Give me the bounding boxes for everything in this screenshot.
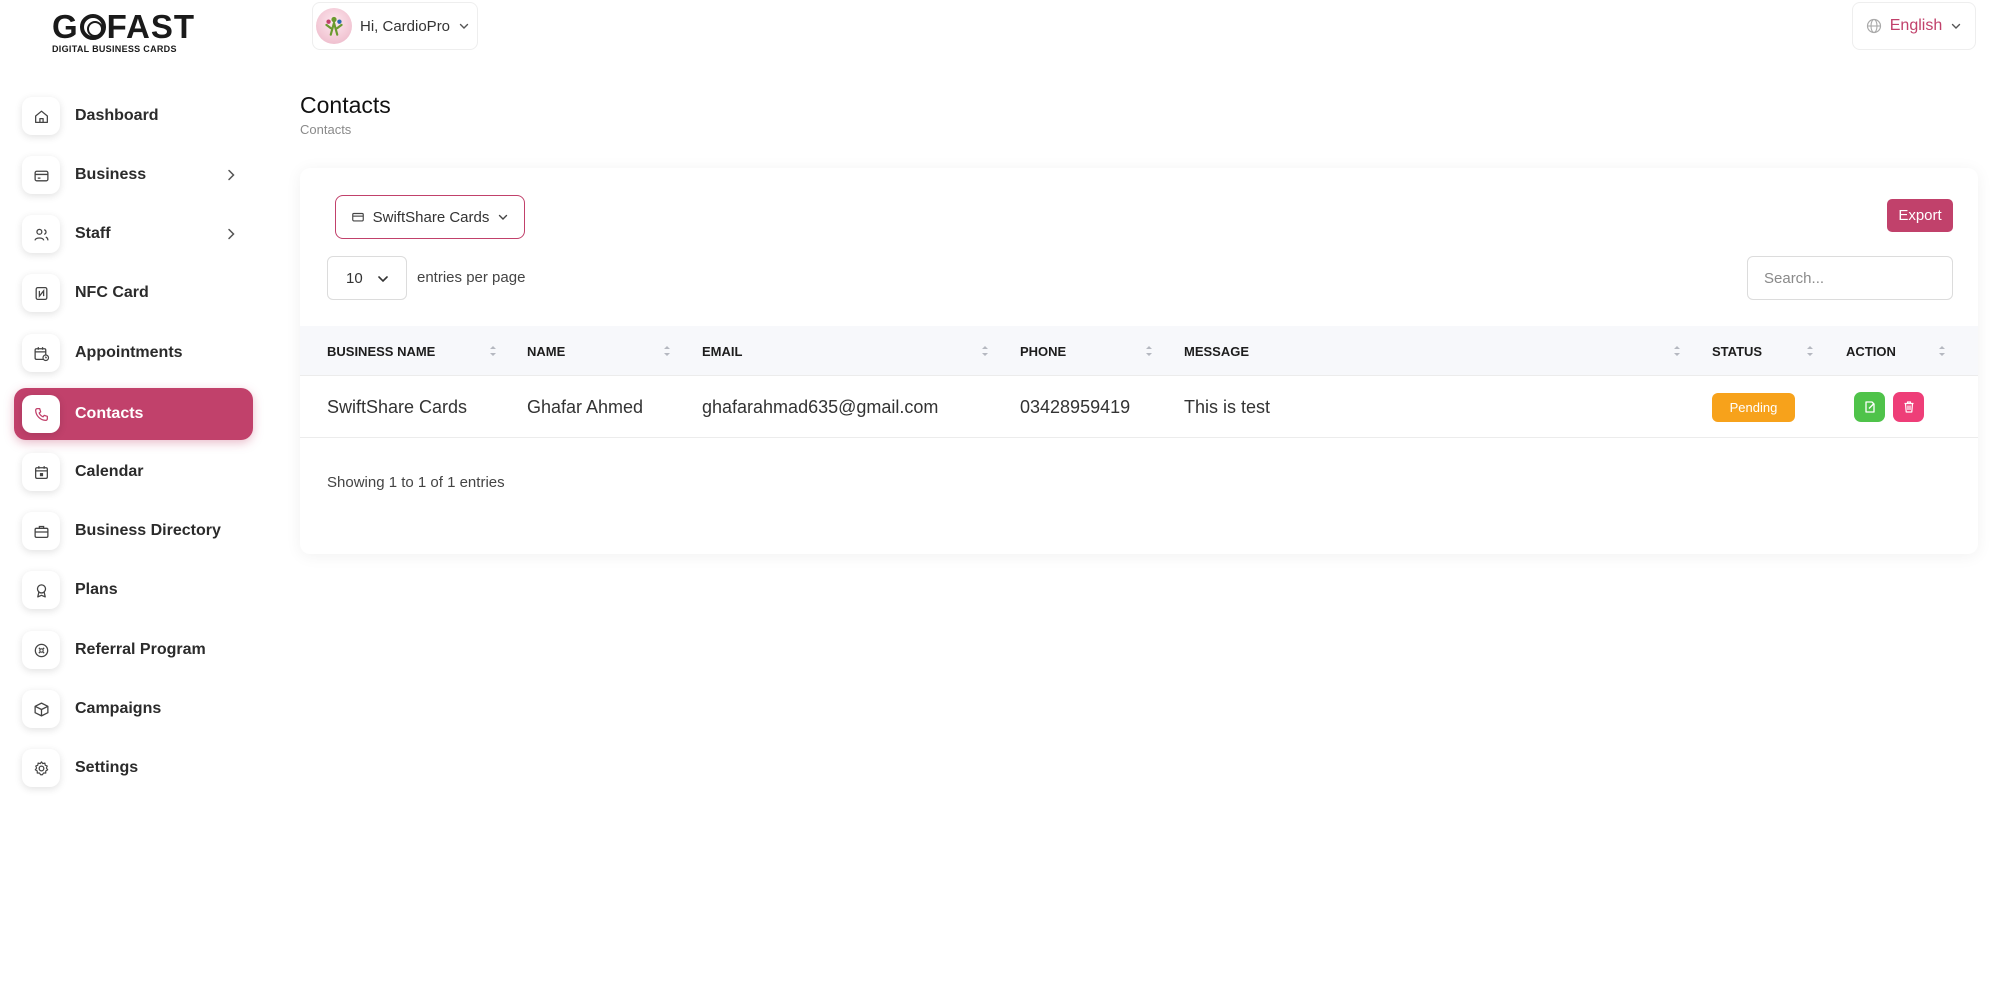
sort-icon[interactable]: [488, 344, 498, 358]
avatar: [316, 8, 352, 44]
sidebar-item-label: Plans: [75, 581, 118, 598]
chevron-right-icon: [228, 169, 235, 181]
user-menu-button[interactable]: Hi, CardioPro: [312, 2, 478, 50]
globe-icon: [1866, 18, 1881, 34]
sidebar-item-label: Campaigns: [75, 700, 162, 717]
breadcrumb[interactable]: Contacts: [300, 122, 351, 137]
contacts-card: SwiftShare Cards Export 10 entries per p…: [300, 168, 1978, 554]
business-filter-dropdown[interactable]: SwiftShare Cards: [335, 195, 525, 239]
sort-icon[interactable]: [1672, 344, 1682, 358]
globe-icon: [79, 14, 106, 40]
chevron-down-icon: [499, 214, 508, 220]
card-icon: [22, 156, 60, 194]
entries-per-page-select[interactable]: 10: [327, 256, 407, 300]
cell-email: ghafarahmad635@gmail.com: [702, 396, 939, 417]
sidebar-item-label: Business: [75, 166, 147, 183]
sidebar-item-label: Settings: [75, 759, 139, 776]
page-title: Contacts: [300, 92, 391, 118]
nfc-icon: [22, 274, 60, 312]
calendar-icon: [22, 453, 60, 491]
sort-icon[interactable]: [1937, 344, 1947, 358]
sidebar-item-calendar[interactable]: Calendar: [14, 446, 253, 498]
sidebar-item-referral-program[interactable]: Referral Program: [14, 624, 253, 676]
card-icon: [351, 212, 364, 222]
box-icon: [22, 690, 60, 728]
cell-phone: 03428959419: [1020, 396, 1131, 417]
cell-name: Ghafar Ahmed: [527, 396, 644, 417]
phone-icon: [22, 395, 60, 433]
sort-icon[interactable]: [1805, 344, 1815, 358]
sidebar-item-label: Contacts: [75, 405, 144, 422]
table-header: BUSINESS NAME NAME EMAIL PHONE MESSAGE S…: [300, 326, 1978, 376]
brand-logo[interactable]: G FAST DIGITAL BUSINESS CARDS: [52, 8, 218, 54]
sidebar-item-business-directory[interactable]: Business Directory: [14, 505, 253, 557]
column-header-status[interactable]: STATUS: [1712, 326, 1762, 376]
sort-icon[interactable]: [1144, 344, 1154, 358]
sidebar-item-label: Dashboard: [75, 107, 159, 124]
delete-button[interactable]: [1893, 392, 1924, 422]
chevron-right-icon: [228, 228, 235, 240]
sidebar-item-label: NFC Card: [75, 284, 149, 301]
sidebar-item-business[interactable]: Business: [14, 149, 253, 201]
chevron-down-icon: [378, 276, 388, 283]
referral-icon: [22, 631, 60, 669]
sidebar-item-staff[interactable]: Staff: [14, 208, 253, 260]
home-icon: [22, 97, 60, 135]
column-header-email[interactable]: EMAIL: [702, 326, 742, 376]
logo-wordmark: G FAST: [52, 8, 196, 45]
briefcase-icon: [22, 512, 60, 550]
pagination-info: Showing 1 to 1 of 1 entries: [327, 474, 505, 491]
column-header-name[interactable]: NAME: [527, 326, 565, 376]
sort-icon[interactable]: [980, 344, 990, 358]
sidebar-item-label: Calendar: [75, 463, 144, 480]
sidebar-item-dashboard[interactable]: Dashboard: [14, 90, 253, 142]
column-header-business-name[interactable]: BUSINESS NAME: [327, 326, 435, 376]
search-input[interactable]: [1747, 256, 1953, 300]
sidebar-item-campaigns[interactable]: Campaigns: [14, 683, 253, 735]
sort-icon[interactable]: [662, 344, 672, 358]
entries-per-page-label: entries per page: [417, 269, 526, 286]
edit-button[interactable]: [1854, 392, 1885, 422]
sidebar-item-label: Appointments: [75, 344, 183, 361]
sidebar-item-settings[interactable]: Settings: [14, 742, 253, 794]
table-row: SwiftShare Cards Ghafar Ahmed ghafarahma…: [300, 376, 1978, 438]
language-label: English: [1889, 17, 1943, 34]
entries-per-page-value: 10: [346, 269, 363, 287]
gear-icon: [22, 749, 60, 787]
business-filter-label: SwiftShare Cards: [372, 208, 490, 226]
status-badge: Pending: [1712, 393, 1795, 422]
sidebar-item-label: Referral Program: [75, 641, 206, 658]
chevron-down-icon: [459, 23, 469, 29]
logo-tagline: DIGITAL BUSINESS CARDS: [52, 44, 177, 54]
chevron-down-icon: [1952, 23, 1961, 29]
award-icon: [22, 571, 60, 609]
trash-icon: [1904, 401, 1913, 413]
column-header-phone[interactable]: PHONE: [1020, 326, 1066, 376]
sidebar-item-plans[interactable]: Plans: [14, 564, 253, 616]
cell-business-name: SwiftShare Cards: [327, 396, 468, 417]
column-header-message[interactable]: MESSAGE: [1184, 326, 1249, 376]
users-icon: [22, 215, 60, 253]
calendar-clock-icon: [22, 334, 60, 372]
user-greeting: Hi, CardioPro: [360, 17, 451, 35]
sidebar-item-label: Business Directory: [75, 522, 221, 539]
column-header-action[interactable]: ACTION: [1846, 326, 1896, 376]
sidebar-item-nfc-card[interactable]: NFC Card: [14, 267, 253, 319]
edit-icon: [1864, 401, 1875, 413]
sidebar-item-contacts[interactable]: Contacts: [14, 388, 253, 440]
language-selector[interactable]: English: [1852, 2, 1976, 50]
sidebar-item-appointments[interactable]: Appointments: [14, 327, 253, 379]
sidebar-item-label: Staff: [75, 225, 111, 242]
export-button[interactable]: Export: [1887, 199, 1953, 232]
cell-message: This is test: [1184, 396, 1271, 417]
